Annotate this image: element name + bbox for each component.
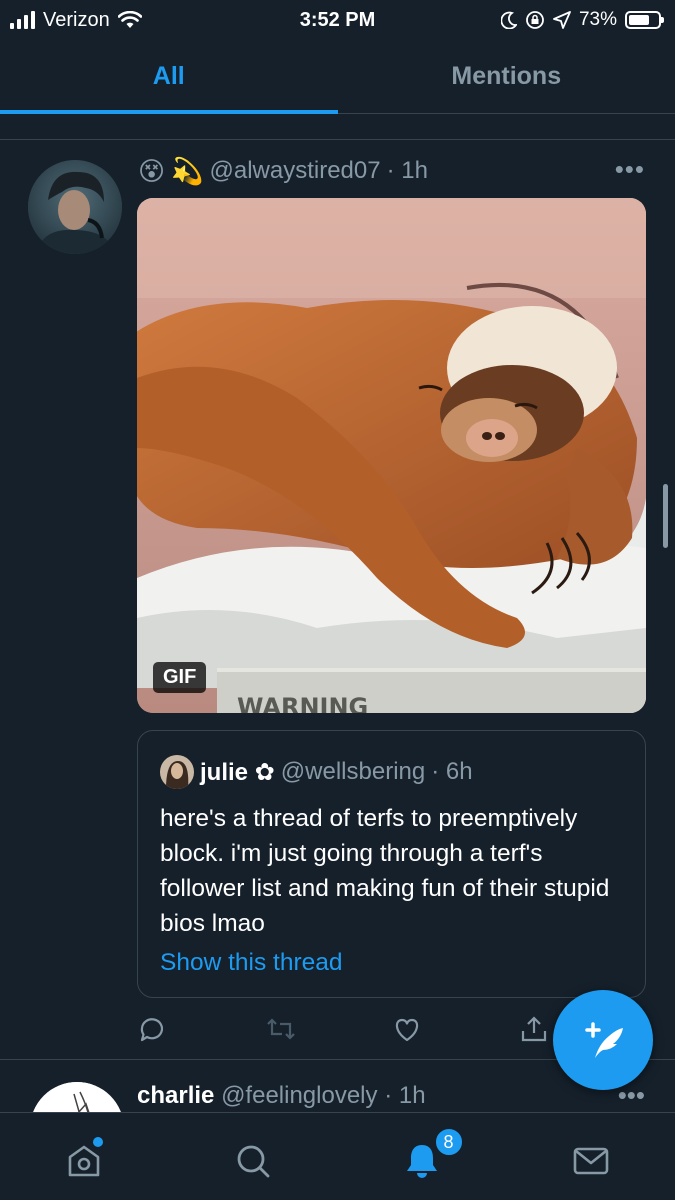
retweet-button[interactable] [264, 1012, 391, 1046]
gif-caption: WARNING [237, 693, 368, 713]
messages-icon [573, 1147, 608, 1175]
notification-count-badge: 8 [433, 1127, 464, 1157]
reply-icon [140, 1018, 164, 1042]
avatar[interactable] [28, 160, 122, 254]
nav-home[interactable] [0, 1113, 169, 1200]
quote-handle[interactable]: @wellsbering [281, 758, 425, 786]
status-bar: Verizon 3:52 PM 73% [0, 0, 675, 40]
share-icon [521, 1016, 546, 1042]
home-unread-dot [93, 1137, 103, 1147]
quote-text: here's a thread of terfs to preemptively… [160, 805, 610, 937]
retweet-icon [267, 1018, 296, 1040]
compose-tweet-icon [585, 1022, 623, 1058]
next-tweet-header: charlie @feelinglovely · 1h [137, 1082, 426, 1110]
dizzy-face-emoji: 😵 [138, 156, 166, 186]
lock-rotation-icon [526, 11, 544, 29]
tweet-handle[interactable]: @alwaystired07 [209, 157, 380, 185]
gif-media[interactable]: WARNING GIF [137, 198, 646, 713]
nav-messages[interactable] [506, 1113, 675, 1200]
tweet-time: · 1h [386, 157, 428, 184]
next-tweet-handle[interactable]: @feelinglovely [221, 1082, 377, 1109]
status-bar-right: 73% [500, 9, 664, 31]
quote-header: julie ✿ @wellsbering · 6h [160, 755, 473, 789]
wifi-icon [117, 11, 142, 28]
next-tweet-time: · 1h [384, 1082, 426, 1109]
show-thread-link[interactable]: Show this thread [160, 949, 343, 977]
like-button[interactable] [392, 1012, 519, 1046]
timeline-tabs: All Mentions [0, 44, 675, 114]
dizzy-emoji: 💫 [171, 156, 204, 186]
search-icon [237, 1145, 270, 1178]
reply-button[interactable] [137, 1012, 264, 1046]
previous-tweet-actions [0, 114, 675, 140]
location-icon [553, 11, 571, 29]
carrier-label: Verizon [43, 8, 110, 31]
compose-tweet-button[interactable] [553, 990, 653, 1090]
nav-search[interactable] [169, 1113, 338, 1200]
battery-percent: 73% [578, 9, 617, 30]
tab-all[interactable]: All [0, 44, 338, 114]
gif-badge: GIF [153, 662, 207, 693]
signal-icon [10, 11, 35, 29]
home-icon [69, 1145, 100, 1177]
quote-avatar[interactable] [160, 755, 194, 789]
status-bar-left: Verizon [10, 9, 142, 32]
bottom-nav: 8 [0, 1112, 675, 1200]
tweet-header: 😵 💫 @alwaystired07 · 1h [138, 157, 645, 185]
more-options-icon[interactable]: ••• [615, 154, 645, 185]
quote-author-name[interactable]: julie ✿ [200, 758, 275, 787]
battery-icon [625, 11, 664, 29]
tab-mentions[interactable]: Mentions [338, 44, 675, 113]
scroll-indicator [663, 484, 668, 548]
moon-icon [500, 11, 517, 29]
quoted-tweet[interactable]: julie ✿ @wellsbering · 6h here's a threa… [137, 730, 646, 998]
next-tweet-avatar[interactable] [30, 1082, 124, 1112]
nav-notifications[interactable]: 8 [338, 1113, 507, 1200]
like-icon [395, 1018, 418, 1042]
tweet[interactable]: 😵 💫 @alwaystired07 · 1h ••• WARNING GIF … [0, 140, 675, 1060]
quote-time: · 6h [431, 758, 473, 785]
next-tweet-name[interactable]: charlie [137, 1082, 214, 1109]
